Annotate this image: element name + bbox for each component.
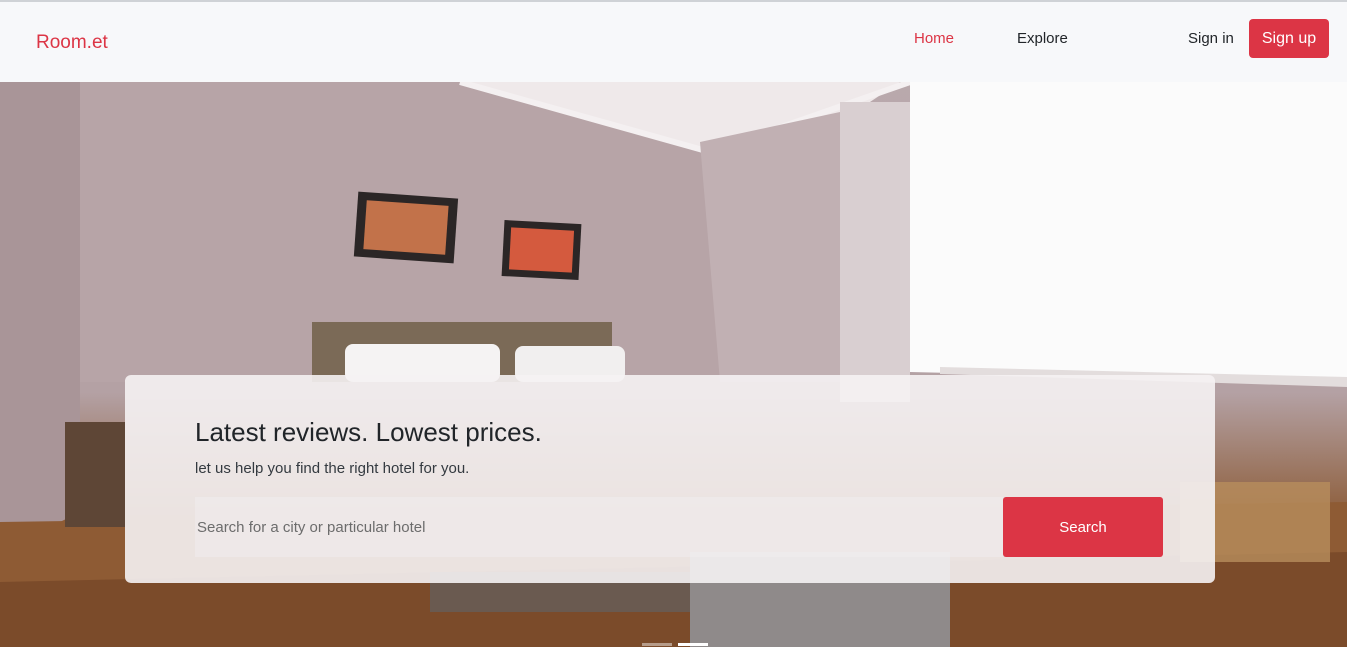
search-input[interactable] — [195, 497, 1003, 557]
nav-link-home[interactable]: Home — [914, 30, 954, 47]
hero-title: Latest reviews. Lowest prices. — [195, 417, 542, 447]
search-panel: Latest reviews. Lowest prices. let us he… — [125, 375, 1215, 583]
sign-up-button[interactable]: Sign up — [1249, 19, 1329, 58]
search-button[interactable]: Search — [1003, 497, 1163, 557]
sign-in-link[interactable]: Sign in — [1188, 30, 1234, 47]
brand-logo[interactable]: Room.et — [36, 32, 108, 54]
carousel-indicators — [642, 643, 712, 647]
nav-link-explore[interactable]: Explore — [1017, 30, 1068, 47]
hero-carousel: Latest reviews. Lowest prices. let us he… — [0, 82, 1347, 647]
hero-subtitle: let us help you find the right hotel for… — [195, 460, 470, 477]
carousel-indicator-2[interactable] — [678, 643, 708, 646]
carousel-indicator-1[interactable] — [642, 643, 672, 646]
navbar: Room.et Home Explore Sign in Sign up — [0, 2, 1347, 82]
